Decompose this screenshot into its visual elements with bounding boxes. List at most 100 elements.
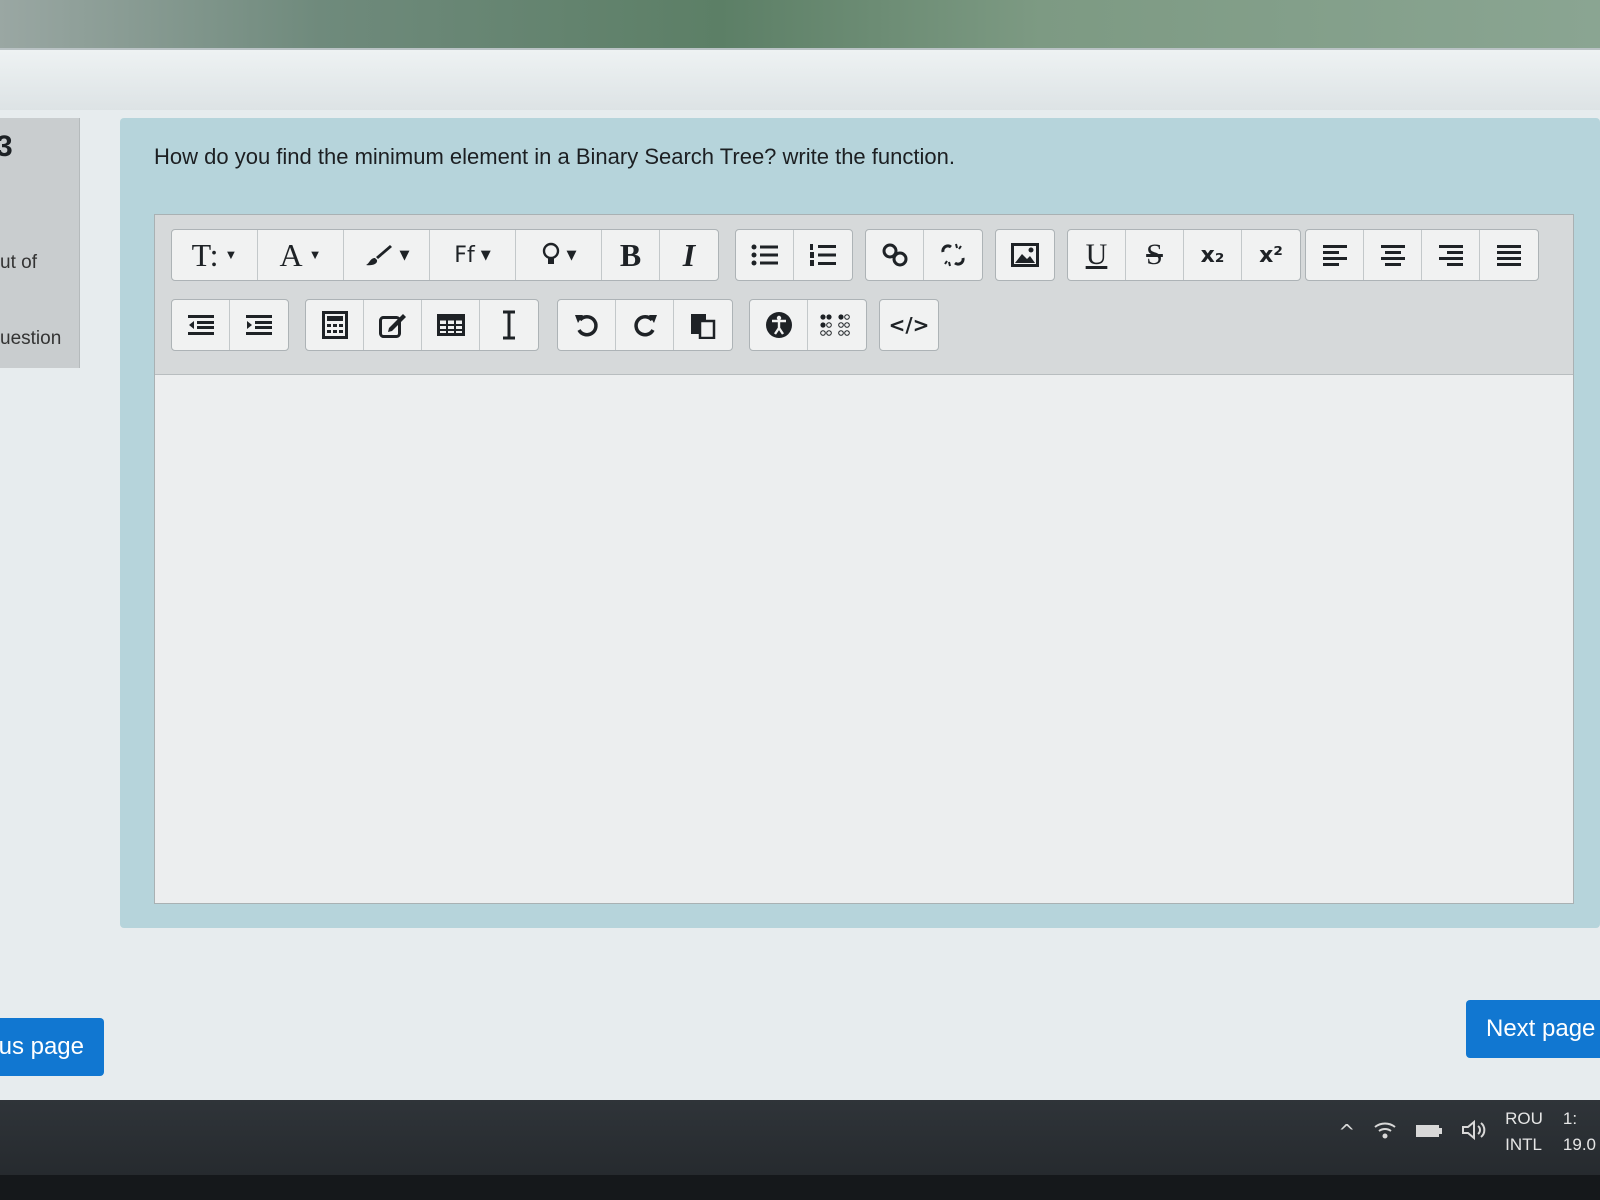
chevron-down-icon: ▼	[308, 247, 322, 262]
unlink-button[interactable]	[924, 230, 982, 280]
redo-button[interactable]	[616, 300, 674, 350]
equation-button[interactable]	[306, 300, 364, 350]
calculator-icon	[321, 311, 348, 339]
align-right-button[interactable]	[1422, 230, 1480, 280]
screen-bezel	[0, 1175, 1600, 1200]
chevron-down-icon: ▼	[480, 247, 491, 263]
flag-question-link[interactable]: uestion	[0, 328, 61, 350]
unordered-list-button[interactable]	[736, 230, 794, 280]
question-number: 3	[0, 130, 13, 163]
insert-image-button[interactable]	[996, 230, 1054, 280]
wifi-icon[interactable]	[1373, 1119, 1397, 1146]
code-icon: </>	[888, 313, 930, 337]
braille-icon	[819, 313, 855, 337]
html-group: </>	[879, 299, 939, 351]
chevron-down-icon: ▼	[399, 247, 410, 263]
volume-icon[interactable]	[1461, 1119, 1487, 1146]
language-code: ROU	[1505, 1109, 1543, 1128]
system-clock[interactable]: 1: 19.0	[1563, 1106, 1596, 1158]
font-color-button[interactable]: ▼	[344, 230, 430, 280]
browser-chrome-shelf	[0, 48, 1600, 110]
previous-page-button[interactable]: us page	[0, 1018, 104, 1076]
strikethrough-button[interactable]: S	[1126, 230, 1184, 280]
subscript-button[interactable]: x₂	[1184, 230, 1242, 280]
table-button[interactable]	[422, 300, 480, 350]
strikethrough-icon: S	[1146, 238, 1163, 271]
text-cursor-icon	[501, 310, 517, 340]
image-icon	[1011, 243, 1039, 267]
highlight-button[interactable]: ▼	[516, 230, 602, 280]
align-justify-icon	[1496, 244, 1522, 266]
subscript-icon: x₂	[1200, 242, 1225, 268]
indent-group	[171, 299, 289, 351]
text-effects-group: U S x₂ x²	[1067, 229, 1301, 281]
brush-icon	[364, 243, 394, 267]
question-content-panel: How do you find the minimum element in a…	[120, 118, 1600, 928]
question-info-block: 3 ut of uestion	[0, 118, 80, 368]
chevron-down-icon: ▼	[566, 247, 577, 263]
accessibility-group	[749, 299, 867, 351]
keyboard-layout: INTL	[1505, 1135, 1542, 1154]
alignment-group	[1305, 229, 1539, 281]
lightbulb-icon	[541, 242, 561, 268]
font-family-icon: Ff	[454, 242, 475, 268]
undo-icon	[574, 312, 600, 338]
font-size-button[interactable]: A ▼	[258, 230, 344, 280]
system-tray: ^ ROU INTL 1: 19.0	[1338, 1100, 1600, 1164]
battery-icon[interactable]	[1415, 1120, 1443, 1144]
clock-date: 19.0	[1562, 1135, 1596, 1154]
list-group	[735, 229, 853, 281]
redo-icon	[632, 312, 658, 338]
align-justify-button[interactable]	[1480, 230, 1538, 280]
indent-button[interactable]	[230, 300, 288, 350]
paragraph-styles-icon: T:	[191, 236, 219, 273]
bullet-list-icon	[751, 243, 779, 267]
browser-background-strip	[0, 0, 1600, 48]
chevron-up-icon[interactable]: ^	[1338, 1120, 1355, 1144]
unlink-icon	[939, 242, 967, 268]
italic-icon: I	[682, 236, 696, 273]
link-icon	[881, 242, 909, 268]
history-group	[557, 299, 733, 351]
next-page-button[interactable]: Next page	[1466, 1000, 1600, 1058]
html-source-button[interactable]: </>	[880, 300, 938, 350]
answer-textarea[interactable]	[155, 375, 1573, 903]
link-group	[865, 229, 983, 281]
align-center-button[interactable]	[1364, 230, 1422, 280]
rich-text-editor: T: ▼ A ▼ ▼ Ff ▼ ▼ B I U S x₂ x² </>	[154, 214, 1574, 904]
undo-button[interactable]	[558, 300, 616, 350]
font-size-icon: A	[279, 236, 303, 273]
align-left-icon	[1322, 244, 1348, 266]
italic-button[interactable]: I	[660, 230, 718, 280]
font-family-button[interactable]: Ff ▼	[430, 230, 516, 280]
special-characters-button[interactable]	[364, 300, 422, 350]
edit-icon	[378, 312, 407, 338]
clear-formatting-button[interactable]	[480, 300, 538, 350]
clock-time: 1:	[1562, 1109, 1578, 1128]
input-language-indicator[interactable]: ROU INTL	[1505, 1106, 1543, 1158]
chevron-down-icon: ▼	[224, 247, 238, 262]
paragraph-styles-button[interactable]: T: ▼	[172, 230, 258, 280]
editor-toolbar: T: ▼ A ▼ ▼ Ff ▼ ▼ B I U S x₂ x² </>	[155, 215, 1573, 375]
underline-icon: U	[1085, 238, 1108, 271]
accessibility-checker-button[interactable]	[750, 300, 808, 350]
text-format-group: T: ▼ A ▼ ▼ Ff ▼ ▼ B I	[171, 229, 719, 281]
bold-button[interactable]: B	[602, 230, 660, 280]
underline-button[interactable]: U	[1068, 230, 1126, 280]
clipboard-icon	[690, 311, 716, 339]
link-button[interactable]	[866, 230, 924, 280]
outdent-button[interactable]	[172, 300, 230, 350]
ordered-list-button[interactable]	[794, 230, 852, 280]
align-left-button[interactable]	[1306, 230, 1364, 280]
align-center-icon	[1380, 244, 1406, 266]
numbered-list-icon	[809, 242, 837, 268]
question-text: How do you find the minimum element in a…	[154, 144, 955, 169]
indent-icon	[245, 314, 273, 336]
question-marks-label: ut of	[0, 252, 37, 273]
screenreader-helper-button[interactable]	[808, 300, 866, 350]
image-group	[995, 229, 1055, 281]
outdent-icon	[187, 314, 215, 336]
paste-button[interactable]	[674, 300, 732, 350]
superscript-button[interactable]: x²	[1242, 230, 1300, 280]
superscript-icon: x²	[1259, 242, 1283, 268]
